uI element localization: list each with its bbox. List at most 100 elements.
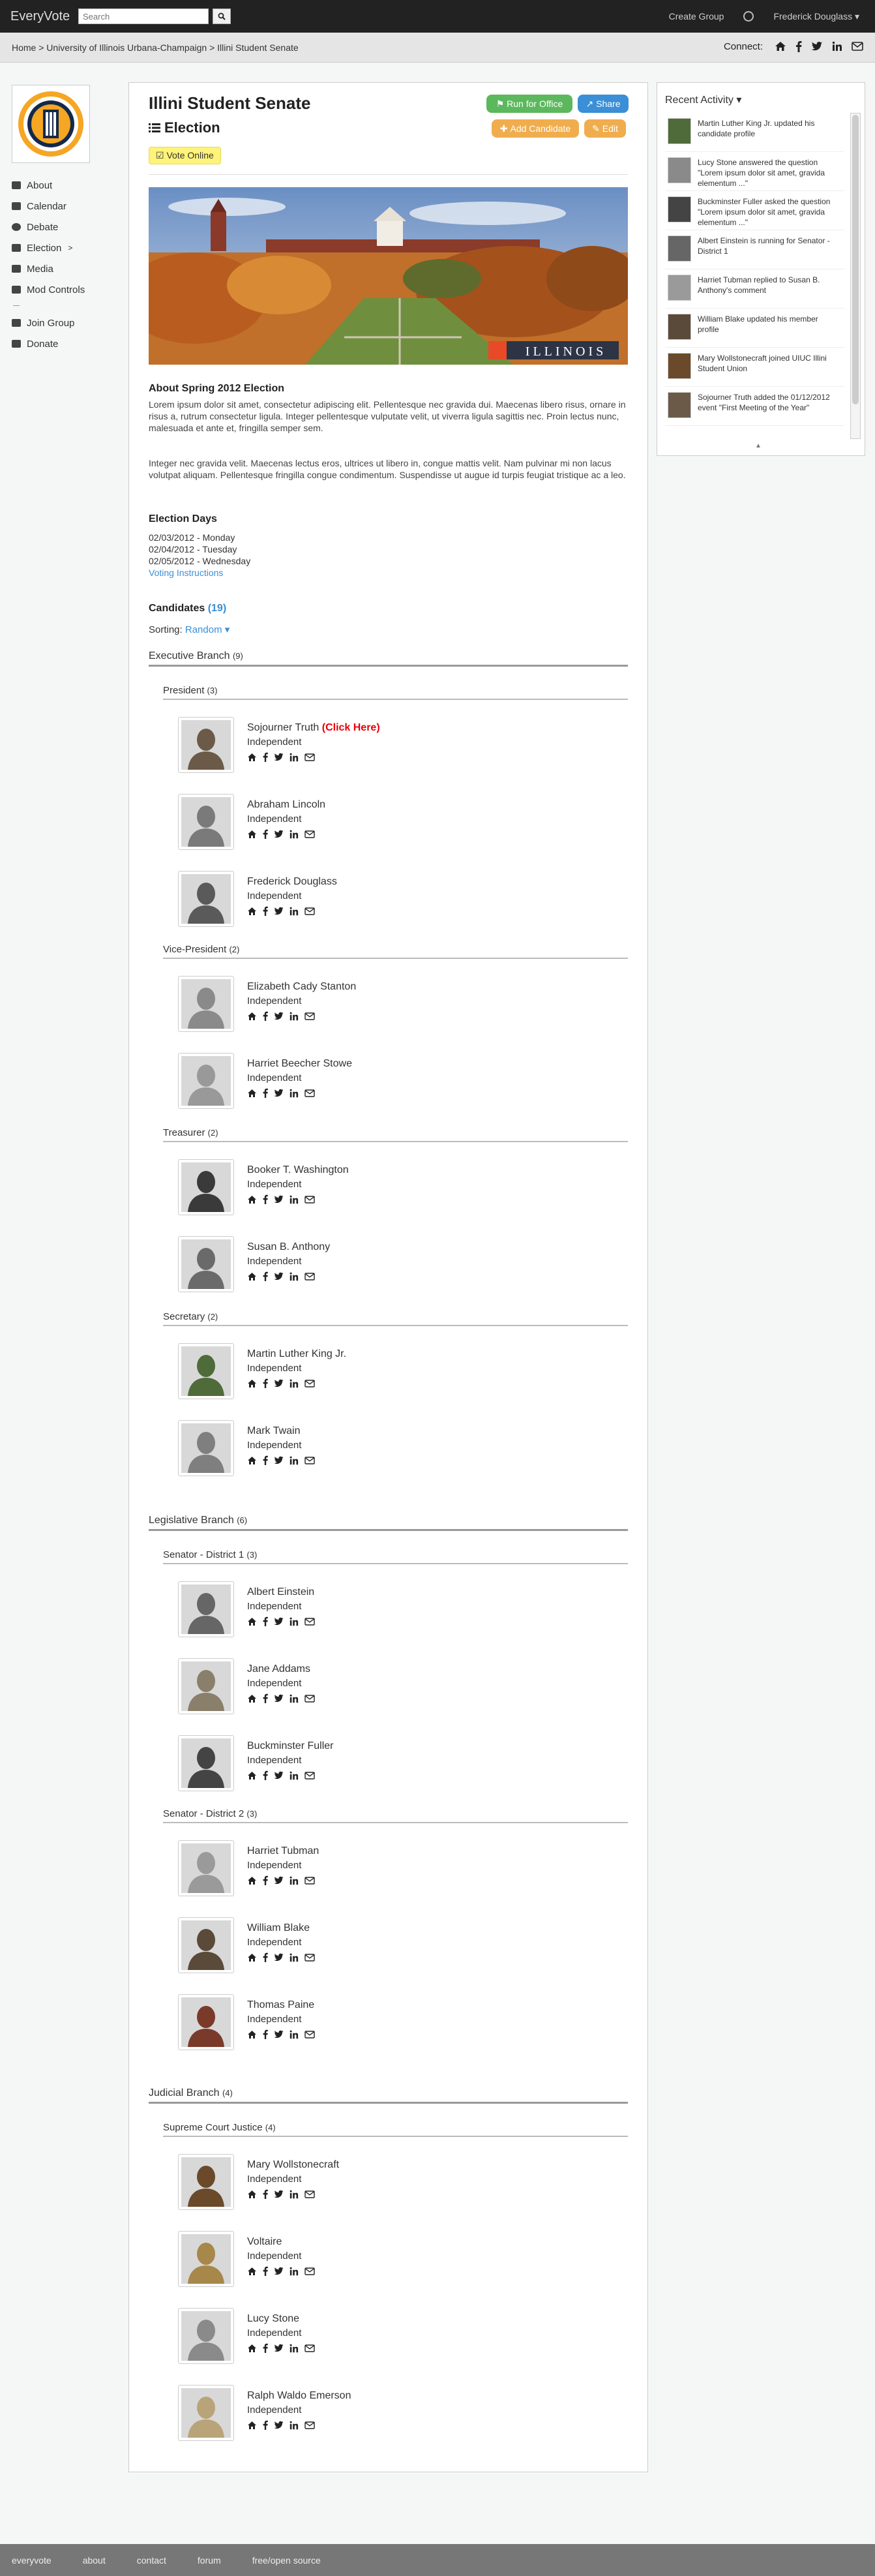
- candidate-photo[interactable]: [178, 1917, 234, 1973]
- candidate-card[interactable]: Ralph Waldo Emerson Independent: [178, 2385, 569, 2444]
- facebook-icon[interactable]: [795, 40, 802, 52]
- linkedin-icon[interactable]: [289, 1012, 299, 1021]
- home-icon[interactable]: [247, 1012, 257, 1021]
- facebook-icon[interactable]: [263, 2266, 268, 2276]
- envelope-icon[interactable]: [304, 2421, 315, 2429]
- candidate-name[interactable]: Martin Luther King Jr.: [247, 1348, 346, 1359]
- candidate-name[interactable]: Lucy Stone: [247, 2313, 299, 2324]
- candidate-card[interactable]: Jane Addams Independent: [178, 1658, 569, 1717]
- candidate-card[interactable]: William Blake Independent: [178, 1917, 569, 1976]
- home-icon[interactable]: [775, 41, 786, 52]
- twitter-icon[interactable]: [274, 2344, 284, 2352]
- envelope-icon[interactable]: [304, 1953, 315, 1962]
- home-icon[interactable]: [247, 1876, 257, 1885]
- search-input[interactable]: [78, 8, 209, 24]
- candidate-name[interactable]: Harriet Tubman: [247, 1845, 319, 1856]
- candidate-photo[interactable]: [178, 2385, 234, 2441]
- candidate-card[interactable]: Mark Twain Independent: [178, 1420, 569, 1479]
- activity-item[interactable]: Mary Wollstonecraft joined UIUC Illini S…: [665, 348, 844, 387]
- linkedin-icon[interactable]: [289, 1456, 299, 1465]
- facebook-icon[interactable]: [263, 1194, 268, 1204]
- candidate-photo[interactable]: [178, 1236, 234, 1292]
- sorting-dropdown[interactable]: Random ▾: [185, 624, 230, 635]
- home-icon[interactable]: [247, 2421, 257, 2430]
- home-icon[interactable]: [247, 1953, 257, 1962]
- facebook-icon[interactable]: [263, 1378, 268, 1388]
- sidebar-item-media[interactable]: Media: [12, 258, 116, 279]
- candidate-name[interactable]: Jane Addams: [247, 1663, 310, 1674]
- user-menu[interactable]: Frederick Douglass ▾: [773, 11, 859, 22]
- candidate-name[interactable]: Albert Einstein: [247, 1586, 314, 1598]
- envelope-icon[interactable]: [304, 1617, 315, 1626]
- facebook-icon[interactable]: [263, 2343, 268, 2353]
- avatar[interactable]: [668, 235, 691, 262]
- envelope-icon[interactable]: [304, 1272, 315, 1280]
- twitter-icon[interactable]: [274, 1456, 284, 1464]
- home-icon[interactable]: [247, 1195, 257, 1204]
- voting-instructions-link[interactable]: Voting Instructions: [149, 567, 250, 579]
- linkedin-icon[interactable]: [289, 753, 299, 762]
- twitter-icon[interactable]: [811, 41, 823, 52]
- facebook-icon[interactable]: [263, 2420, 268, 2430]
- linkedin-icon[interactable]: [289, 2421, 299, 2430]
- avatar[interactable]: [668, 353, 691, 379]
- edit-button[interactable]: ✎ Edit: [584, 119, 626, 138]
- envelope-icon[interactable]: [304, 1012, 315, 1020]
- search-button[interactable]: [213, 8, 231, 24]
- home-icon[interactable]: [247, 1089, 257, 1098]
- twitter-icon[interactable]: [274, 2190, 284, 2198]
- envelope-icon[interactable]: [304, 1456, 315, 1464]
- candidate-photo[interactable]: [178, 1840, 234, 1896]
- twitter-icon[interactable]: [274, 1012, 284, 1020]
- candidate-photo[interactable]: [178, 1658, 234, 1714]
- twitter-icon[interactable]: [274, 1272, 284, 1280]
- home-icon[interactable]: [247, 1456, 257, 1465]
- candidate-name[interactable]: Harriet Beecher Stowe: [247, 1058, 352, 1069]
- candidate-photo[interactable]: [178, 1053, 234, 1109]
- candidate-name[interactable]: Susan B. Anthony: [247, 1241, 330, 1252]
- footer-link-forum[interactable]: forum: [198, 2555, 221, 2566]
- twitter-icon[interactable]: [274, 2030, 284, 2038]
- linkedin-icon[interactable]: [289, 2267, 299, 2276]
- twitter-icon[interactable]: [274, 1876, 284, 1885]
- envelope-icon[interactable]: [304, 1771, 315, 1780]
- scroll-up-icon[interactable]: ▲: [755, 442, 762, 449]
- linkedin-icon[interactable]: [289, 1195, 299, 1204]
- home-icon[interactable]: [247, 2267, 257, 2276]
- envelope-icon[interactable]: [304, 2190, 315, 2198]
- candidate-name[interactable]: Ralph Waldo Emerson: [247, 2390, 351, 2401]
- candidate-card[interactable]: Lucy Stone Independent: [178, 2308, 569, 2367]
- candidate-card[interactable]: Mary Wollstonecraft Independent: [178, 2154, 569, 2213]
- sidebar-item-election[interactable]: Election >: [12, 237, 116, 258]
- twitter-icon[interactable]: [274, 1953, 284, 1962]
- join-group-link[interactable]: Join Group: [12, 312, 116, 333]
- envelope-icon[interactable]: [304, 753, 315, 761]
- home-icon[interactable]: [247, 1379, 257, 1388]
- candidate-card[interactable]: Thomas Paine Independent: [178, 1994, 569, 2053]
- home-icon[interactable]: [247, 1771, 257, 1780]
- candidate-photo[interactable]: [178, 1343, 234, 1399]
- facebook-icon[interactable]: [263, 1693, 268, 1703]
- facebook-icon[interactable]: [263, 1088, 268, 1098]
- home-icon[interactable]: [247, 1272, 257, 1281]
- click-here-link[interactable]: (Click Here): [322, 722, 380, 733]
- facebook-icon[interactable]: [263, 2189, 268, 2199]
- envelope-icon[interactable]: [304, 2030, 315, 2038]
- twitter-icon[interactable]: [274, 1089, 284, 1097]
- facebook-icon[interactable]: [263, 752, 268, 762]
- avatar[interactable]: [668, 157, 691, 183]
- activity-item[interactable]: Buckminster Fuller asked the question "L…: [665, 191, 844, 230]
- linkedin-icon[interactable]: [289, 1771, 299, 1780]
- avatar[interactable]: [668, 314, 691, 340]
- share-button[interactable]: ↗ Share: [578, 95, 629, 113]
- twitter-icon[interactable]: [274, 1771, 284, 1780]
- candidate-photo[interactable]: [178, 1159, 234, 1215]
- avatar[interactable]: [668, 392, 691, 418]
- home-icon[interactable]: [247, 830, 257, 839]
- breadcrumb-text[interactable]: Home > University of Illinois Urbana-Cha…: [12, 42, 299, 53]
- facebook-icon[interactable]: [263, 906, 268, 916]
- home-icon[interactable]: [247, 2190, 257, 2199]
- scrollbar-thumb[interactable]: [852, 115, 859, 404]
- candidate-photo[interactable]: [178, 2154, 234, 2210]
- twitter-icon[interactable]: [274, 1195, 284, 1204]
